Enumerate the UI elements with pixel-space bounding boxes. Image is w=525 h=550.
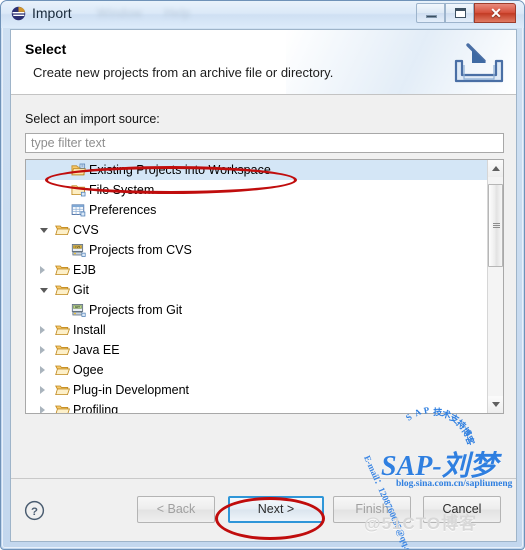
wizard-content: Select an import source: type filter tex… xyxy=(11,95,516,479)
tree-twisty-collapsed-icon[interactable] xyxy=(40,386,45,394)
tree-item-existing-projects-into-workspace[interactable]: Existing Projects into Workspace xyxy=(26,160,488,180)
tree-twisty-collapsed-icon[interactable] xyxy=(40,366,45,374)
import-source-label: Select an import source: xyxy=(25,112,160,126)
tree-twisty-collapsed-icon[interactable] xyxy=(40,326,45,334)
finish-button[interactable]: Finish xyxy=(333,496,411,523)
minimize-icon xyxy=(426,15,437,18)
minimize-button[interactable] xyxy=(416,3,445,23)
ghost-menu-item-0: Window xyxy=(97,6,143,20)
tree-item-label: Ogee xyxy=(73,363,104,377)
preferences-icon xyxy=(71,203,86,217)
title-bar[interactable]: Window Help Import ✕ xyxy=(1,1,524,28)
background-menu-ghost: Window Help xyxy=(97,6,212,20)
folder-open-icon xyxy=(55,343,71,357)
folder-icon xyxy=(71,183,86,197)
scroll-up-button[interactable] xyxy=(488,160,503,177)
open-folder-import-icon xyxy=(71,163,86,177)
chevron-up-icon xyxy=(492,166,500,171)
back-button[interactable]: < Back xyxy=(137,496,215,523)
svg-text:CVS: CVS xyxy=(74,245,80,249)
tree-twisty-collapsed-icon[interactable] xyxy=(40,266,45,274)
tree-item-cvs[interactable]: CVS xyxy=(26,220,488,240)
page-description: Create new projects from an archive file… xyxy=(33,65,334,80)
tree-item-java-ee[interactable]: Java EE xyxy=(26,340,488,360)
maximize-button[interactable] xyxy=(445,3,474,23)
git-repo-icon: GIT xyxy=(71,303,86,317)
import-dialog-window: Window Help Import ✕ Select Create new pr… xyxy=(0,0,525,550)
close-icon: ✕ xyxy=(490,5,502,21)
tree-item-file-system[interactable]: File System xyxy=(26,180,488,200)
tree-item-label: Existing Projects into Workspace xyxy=(89,163,271,177)
folder-open-icon xyxy=(55,263,71,277)
dialog-body: Select Create new projects from an archi… xyxy=(10,29,517,542)
tree-item-label: Java EE xyxy=(73,343,120,357)
folder-open-icon xyxy=(55,223,71,237)
window-title: Import xyxy=(32,5,72,21)
tree-item-git[interactable]: Git xyxy=(26,280,488,300)
tree-twisty-collapsed-icon[interactable] xyxy=(40,346,45,354)
folder-open-icon xyxy=(55,323,71,337)
tree-item-label: Install xyxy=(73,323,106,337)
chevron-down-icon xyxy=(492,402,500,407)
tree-item-label: EJB xyxy=(73,263,96,277)
import-wizard-icon xyxy=(454,43,504,83)
ghost-menu-item-1: Help xyxy=(164,6,191,20)
folder-open-icon xyxy=(55,383,71,397)
svg-text:GIT: GIT xyxy=(75,305,80,309)
folder-open-icon xyxy=(55,363,71,377)
cancel-button[interactable]: Cancel xyxy=(423,496,501,523)
wizard-header: Select Create new projects from an archi… xyxy=(11,30,516,95)
tree-item-label: Projects from Git xyxy=(89,303,183,317)
dialog-button-bar: ? < Back Next > Finish Cancel xyxy=(11,478,516,541)
scroll-down-button[interactable] xyxy=(488,396,503,413)
filter-input[interactable]: type filter text xyxy=(25,133,504,153)
page-title: Select xyxy=(25,41,67,57)
tree-item-label: Projects from CVS xyxy=(89,243,192,257)
tree-item-ejb[interactable]: EJB xyxy=(26,260,488,280)
cvs-repo-icon: CVS xyxy=(71,243,86,257)
next-button[interactable]: Next > xyxy=(228,496,324,523)
tree-item-profiling[interactable]: Profiling xyxy=(26,400,488,413)
tree-twisty-expanded-icon[interactable] xyxy=(40,288,48,293)
close-button[interactable]: ✕ xyxy=(474,3,516,23)
svg-text:?: ? xyxy=(31,506,38,518)
tree-twisty-collapsed-icon[interactable] xyxy=(40,406,45,413)
scrollbar-grip-icon xyxy=(493,223,500,229)
filter-placeholder: type filter text xyxy=(31,136,106,150)
maximize-icon xyxy=(455,8,466,18)
tree-item-projects-from-cvs[interactable]: CVS Projects from CVS xyxy=(26,240,488,260)
tree-item-install[interactable]: Install xyxy=(26,320,488,340)
tree-item-label: Preferences xyxy=(89,203,157,217)
tree-scrollbar[interactable] xyxy=(487,160,503,413)
tree-item-label: Git xyxy=(73,283,89,297)
tree-twisty-expanded-icon[interactable] xyxy=(40,228,48,233)
scrollbar-thumb[interactable] xyxy=(488,184,503,267)
folder-open-icon xyxy=(55,403,71,413)
import-source-tree[interactable]: Existing Projects into Workspace File Sys… xyxy=(25,159,504,414)
tree-item-plug-in-development[interactable]: Plug-in Development xyxy=(26,380,488,400)
folder-open-icon xyxy=(55,283,71,297)
tree-item-projects-from-git[interactable]: GIT Projects from Git xyxy=(26,300,488,320)
help-icon[interactable]: ? xyxy=(24,500,45,521)
tree-item-preferences[interactable]: Preferences xyxy=(26,200,488,220)
tree-rows: Existing Projects into Workspace File Sys… xyxy=(26,160,488,413)
eclipse-icon xyxy=(11,6,26,21)
tree-item-ogee[interactable]: Ogee xyxy=(26,360,488,380)
tree-item-label: File System xyxy=(89,183,155,197)
tree-item-label: Profiling xyxy=(73,403,119,413)
tree-item-label: CVS xyxy=(73,223,99,237)
tree-item-label: Plug-in Development xyxy=(73,383,190,397)
